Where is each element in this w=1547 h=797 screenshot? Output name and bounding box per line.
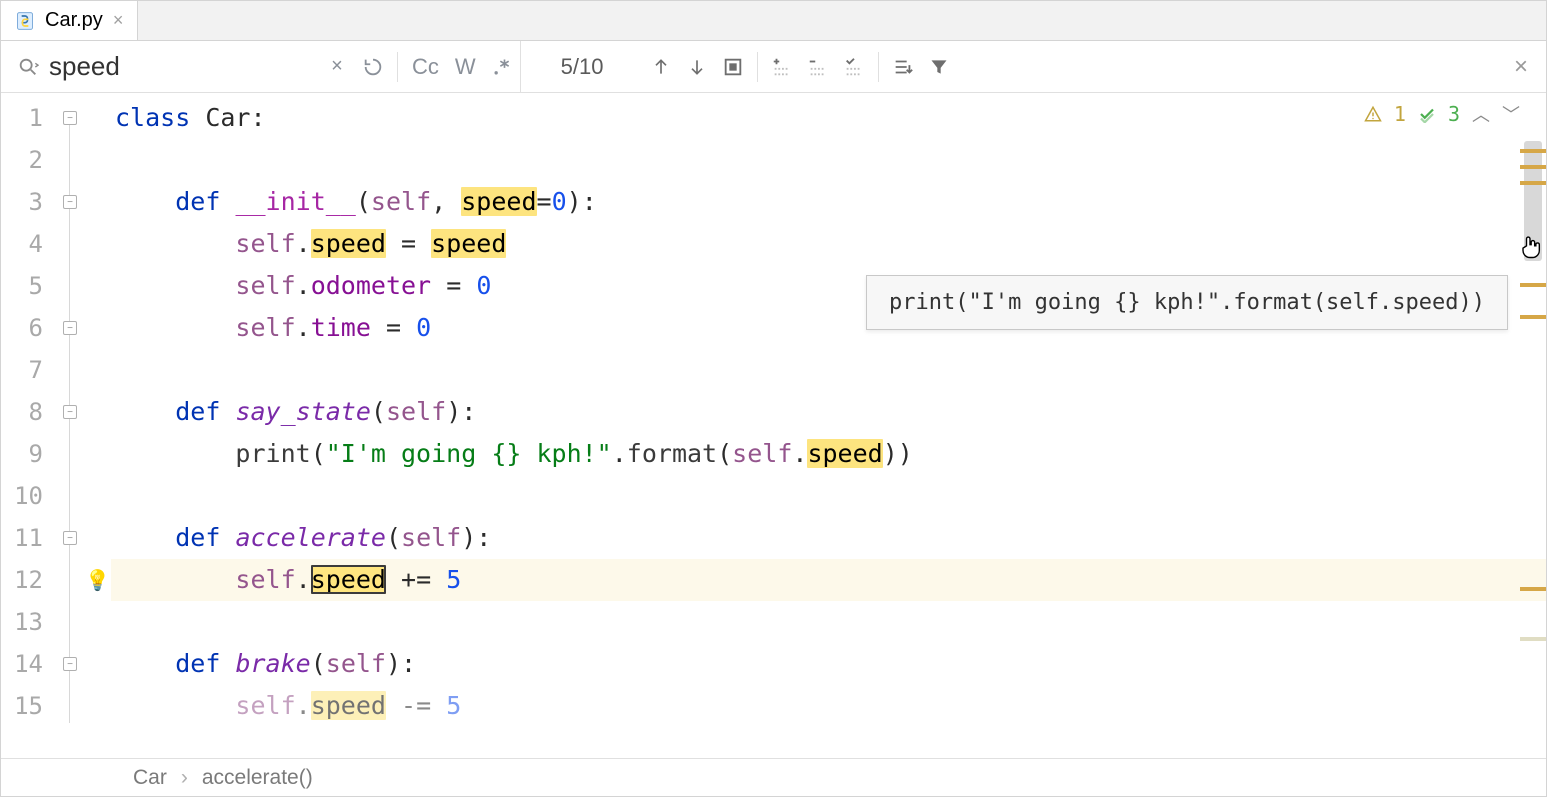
tab-bar: Car.py × <box>1 1 1546 41</box>
stripe-marker[interactable] <box>1520 315 1546 319</box>
line-number-gutter: 1 2 3 4 5 6 7 8 9 10 11 12 13 14 15 <box>1 93 61 758</box>
regex-toggle[interactable] <box>484 49 520 85</box>
whole-words-toggle[interactable]: W <box>447 49 484 85</box>
warning-icon <box>1364 105 1382 123</box>
select-all-occurrences-button[interactable] <box>715 49 751 85</box>
clear-search-icon[interactable]: × <box>319 49 355 85</box>
toggle-filter-panel-button[interactable] <box>885 49 921 85</box>
close-find-bar-icon[interactable]: × <box>1496 53 1546 81</box>
fold-gutter: − − − − − 💡 − <box>61 93 111 758</box>
chevron-up-icon[interactable]: ︿ <box>1472 101 1490 127</box>
breadcrumb-function[interactable]: accelerate() <box>202 766 313 790</box>
close-tab-icon[interactable]: × <box>113 10 124 31</box>
file-tab[interactable]: Car.py × <box>1 1 138 40</box>
stripe-marker[interactable] <box>1520 181 1546 185</box>
fold-handle[interactable]: − <box>63 531 77 545</box>
prev-match-button[interactable] <box>643 49 679 85</box>
fold-handle[interactable]: − <box>63 405 77 419</box>
stripe-marker[interactable] <box>1520 637 1546 641</box>
add-selection-button[interactable] <box>764 49 800 85</box>
search-icon <box>17 56 39 78</box>
fold-handle[interactable]: − <box>63 657 77 671</box>
breadcrumb-bar: Car › accelerate() <box>1 758 1546 796</box>
fold-handle[interactable]: − <box>63 321 77 335</box>
find-toolbar: × Cc W 5/10 <box>1 41 1546 93</box>
intention-bulb-icon[interactable]: 💡 <box>85 568 110 593</box>
code-area[interactable]: class Car: def __init__(self, speed=0): … <box>111 93 1546 758</box>
search-input[interactable] <box>49 51 319 82</box>
stripe-marker[interactable] <box>1520 587 1546 591</box>
fold-handle[interactable]: − <box>63 195 77 209</box>
error-stripe[interactable] <box>1520 93 1546 758</box>
editor[interactable]: 1 2 3 4 5 6 7 8 9 10 11 12 13 14 15 − − … <box>1 93 1546 758</box>
match-case-toggle[interactable]: Cc <box>404 49 447 85</box>
remove-selection-button[interactable] <box>800 49 836 85</box>
inspection-widget[interactable]: 1 3 ︿ ﹀ <box>1364 101 1520 127</box>
match-count: 5/10 <box>521 54 644 80</box>
python-file-icon <box>15 11 35 31</box>
tab-filename: Car.py <box>45 9 103 32</box>
lens-tooltip: print("I'm going {} kph!".format(self.sp… <box>866 275 1508 330</box>
checkmark-icon <box>1418 105 1436 123</box>
stripe-marker[interactable] <box>1520 149 1546 153</box>
fold-handle[interactable]: − <box>63 111 77 125</box>
stripe-marker[interactable] <box>1520 165 1546 169</box>
search-history-icon[interactable] <box>355 49 391 85</box>
chevron-down-icon[interactable]: ﹀ <box>1502 101 1520 127</box>
breadcrumb-class[interactable]: Car <box>133 766 167 790</box>
next-match-button[interactable] <box>679 49 715 85</box>
select-all-button[interactable] <box>836 49 872 85</box>
stripe-marker[interactable] <box>1520 283 1546 287</box>
filter-button[interactable] <box>921 49 957 85</box>
chevron-right-icon: › <box>181 766 188 790</box>
pointer-cursor-icon <box>1516 233 1544 268</box>
